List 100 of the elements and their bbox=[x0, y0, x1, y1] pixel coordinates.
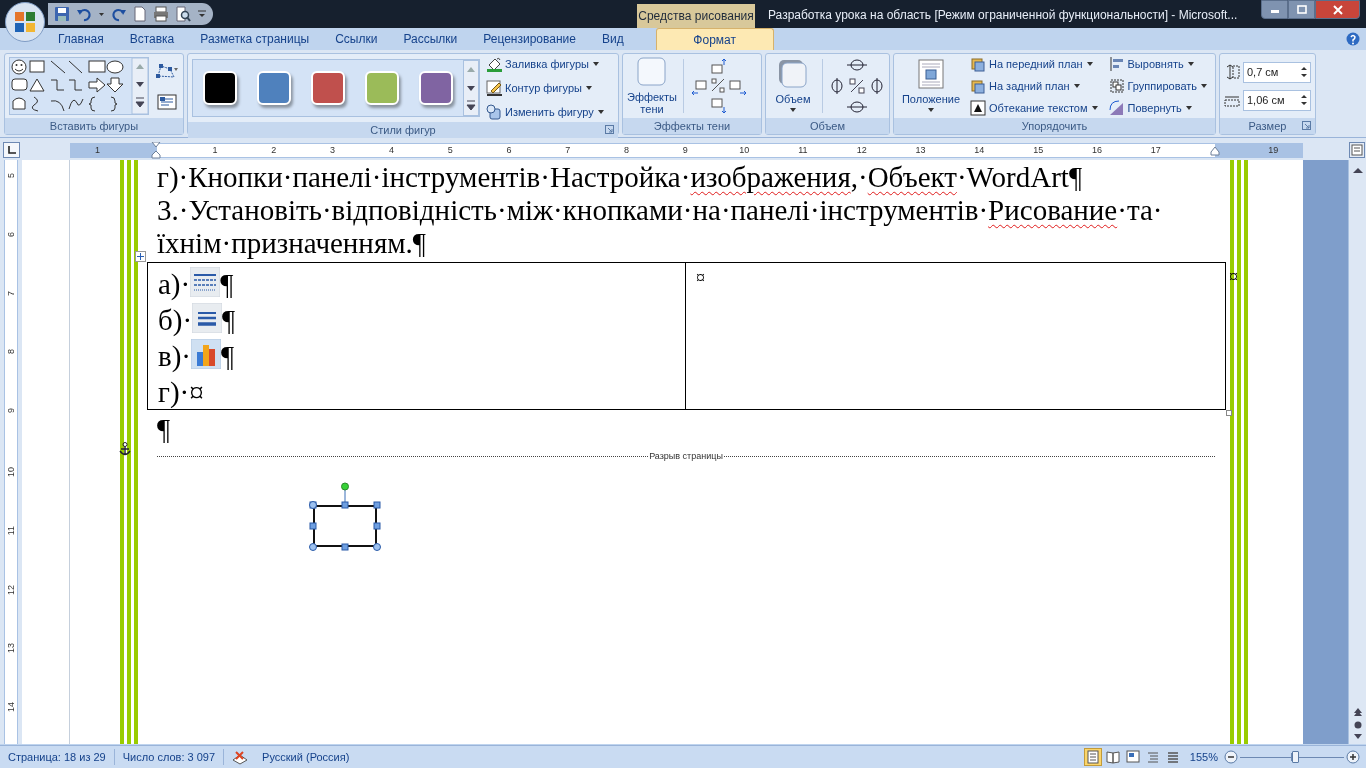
ribbon-command[interactable]: На передний план bbox=[970, 55, 1099, 73]
previous-page-icon[interactable] bbox=[1351, 708, 1364, 718]
minimize-button[interactable] bbox=[1261, 0, 1288, 19]
anchor-icon[interactable] bbox=[119, 442, 131, 456]
spin-arrows-icon[interactable] bbox=[1300, 93, 1308, 107]
ruler-number: 14 bbox=[974, 146, 985, 155]
ribbon-command[interactable]: Обтекание текстом bbox=[970, 99, 1099, 117]
size-field[interactable]: 1,06 см bbox=[1243, 89, 1311, 111]
redo-icon[interactable] bbox=[111, 6, 127, 22]
view-button[interactable] bbox=[1103, 748, 1122, 766]
table-move-handle-icon[interactable] bbox=[135, 251, 146, 262]
zoom-level[interactable]: 155% bbox=[1189, 748, 1218, 766]
ruler-number: 6 bbox=[506, 146, 512, 155]
ribbon-tab[interactable]: Вставка bbox=[116, 28, 188, 50]
style-gallery[interactable] bbox=[192, 59, 480, 117]
shape-gallery[interactable] bbox=[9, 57, 149, 115]
style-swatch[interactable] bbox=[203, 71, 237, 105]
group-label: Эффекты тени bbox=[653, 118, 731, 134]
text-box-icon[interactable] bbox=[157, 94, 177, 110]
3d-effects-button[interactable]: Объем bbox=[770, 58, 816, 114]
size-field[interactable]: 0,7 см bbox=[1243, 61, 1311, 83]
dropdown-caret-icon bbox=[1200, 83, 1209, 89]
edit-shape-icon[interactable] bbox=[155, 62, 179, 80]
ruler-number: 12 bbox=[6, 584, 16, 595]
group-icon bbox=[1108, 78, 1125, 94]
ruler-number: 11 bbox=[798, 146, 808, 155]
page-count[interactable]: Страница: 18 из 29 bbox=[0, 748, 114, 766]
minimize-icon bbox=[1270, 10, 1279, 13]
ribbon-command[interactable]: Группировать bbox=[1108, 77, 1209, 95]
ribbon-tab[interactable]: Рецензирование bbox=[470, 28, 589, 50]
ribbon-tab[interactable]: Формат bbox=[655, 28, 774, 50]
tab-selector[interactable] bbox=[3, 142, 20, 158]
style-swatch[interactable] bbox=[311, 71, 345, 105]
cell-label: а)· bbox=[158, 268, 191, 301]
language-indicator[interactable]: Русский (Россия) bbox=[256, 748, 356, 766]
vertical-scrollbar[interactable] bbox=[1348, 160, 1366, 744]
ribbon-tab[interactable]: Ссылки bbox=[322, 28, 391, 50]
ribbon-tab[interactable]: Главная bbox=[45, 28, 117, 50]
end-of-cell-mark: ¤ bbox=[696, 268, 705, 288]
ribbon-command[interactable]: Повернуть bbox=[1108, 99, 1209, 117]
maximize-button[interactable] bbox=[1288, 0, 1315, 19]
chart-icon bbox=[191, 339, 221, 369]
office-button[interactable] bbox=[5, 2, 45, 42]
ribbon-command[interactable]: На задний план bbox=[970, 77, 1099, 95]
maximize-icon bbox=[1295, 4, 1308, 15]
3d-tilt-icon[interactable] bbox=[829, 57, 885, 115]
change-shape-icon bbox=[486, 104, 502, 120]
ribbon-command[interactable]: Изменить фигуру bbox=[486, 102, 605, 122]
ruler-number: 15 bbox=[1033, 146, 1044, 155]
print-icon[interactable] bbox=[153, 6, 169, 22]
view-button[interactable] bbox=[1083, 748, 1102, 766]
paragraph: г)·Кнопки·панелі·інструментів·Настройка·изображения,·Объект·WordArt¶ bbox=[157, 161, 1084, 194]
spin-arrows-icon[interactable] bbox=[1300, 65, 1308, 79]
style-swatch[interactable] bbox=[257, 71, 291, 105]
table-resize-handle[interactable] bbox=[1226, 410, 1232, 416]
dialog-launcher-icon[interactable] bbox=[1302, 121, 1311, 130]
print-preview-icon[interactable] bbox=[175, 6, 191, 22]
ribbon-tab[interactable]: Вид bbox=[588, 28, 637, 50]
ruler-number: 13 bbox=[915, 146, 926, 155]
view-ruler-icon[interactable] bbox=[1349, 142, 1365, 158]
ribbon-tab[interactable]: Разметка страницы bbox=[187, 28, 323, 50]
slider-thumb[interactable] bbox=[1292, 751, 1300, 763]
group-label: Вставить фигуры bbox=[49, 118, 139, 134]
ruler-number: 5 bbox=[447, 146, 453, 155]
save-icon[interactable] bbox=[54, 6, 70, 22]
dialog-launcher-icon[interactable] bbox=[605, 125, 614, 134]
ruler-number: 8 bbox=[6, 349, 16, 355]
ribbon-command[interactable]: Контур фигуры bbox=[486, 78, 605, 98]
position-button[interactable]: Положение bbox=[898, 58, 964, 114]
zoom-out-icon[interactable] bbox=[1224, 750, 1238, 764]
office-logo-icon bbox=[13, 10, 37, 34]
undo-icon[interactable] bbox=[76, 6, 92, 22]
ribbon-command[interactable]: Заливка фигуры bbox=[486, 54, 605, 74]
view-button[interactable] bbox=[1123, 748, 1142, 766]
ruler-number: 8 bbox=[624, 146, 630, 155]
zoom-in-icon[interactable] bbox=[1346, 750, 1360, 764]
new-document-icon[interactable] bbox=[133, 6, 147, 22]
dropdown-caret-icon bbox=[1184, 105, 1193, 111]
zoom-slider[interactable] bbox=[1240, 750, 1344, 764]
rotate-icon bbox=[1108, 100, 1125, 116]
indent-marker-icon[interactable] bbox=[1209, 145, 1220, 156]
dropdown-caret-icon bbox=[584, 85, 593, 91]
shadow-effects-button[interactable]: Эффекты тени bbox=[627, 57, 677, 115]
style-swatch[interactable] bbox=[419, 71, 453, 105]
ruler-number: 19 bbox=[1268, 146, 1279, 155]
indent-marker-icon[interactable] bbox=[151, 142, 162, 159]
formatting-mark: ¤ bbox=[189, 376, 204, 409]
lines-icon bbox=[1165, 750, 1180, 764]
group-label: Объем bbox=[809, 118, 845, 134]
style-swatch[interactable] bbox=[365, 71, 399, 105]
selection-handles[interactable] bbox=[309, 482, 381, 551]
dropdown-caret-icon bbox=[1186, 61, 1195, 67]
ribbon-command[interactable]: Выровнять bbox=[1108, 55, 1209, 73]
gallery-scroll-bar[interactable] bbox=[463, 60, 479, 116]
ruler-number: 10 bbox=[739, 146, 750, 155]
ribbon-tab[interactable]: Рассылки bbox=[390, 28, 471, 50]
close-button[interactable] bbox=[1315, 0, 1360, 19]
word-count[interactable]: Число слов: 3 097 bbox=[114, 748, 224, 766]
shadow-nudge-icon[interactable] bbox=[690, 57, 748, 115]
help-icon[interactable] bbox=[1346, 32, 1360, 46]
